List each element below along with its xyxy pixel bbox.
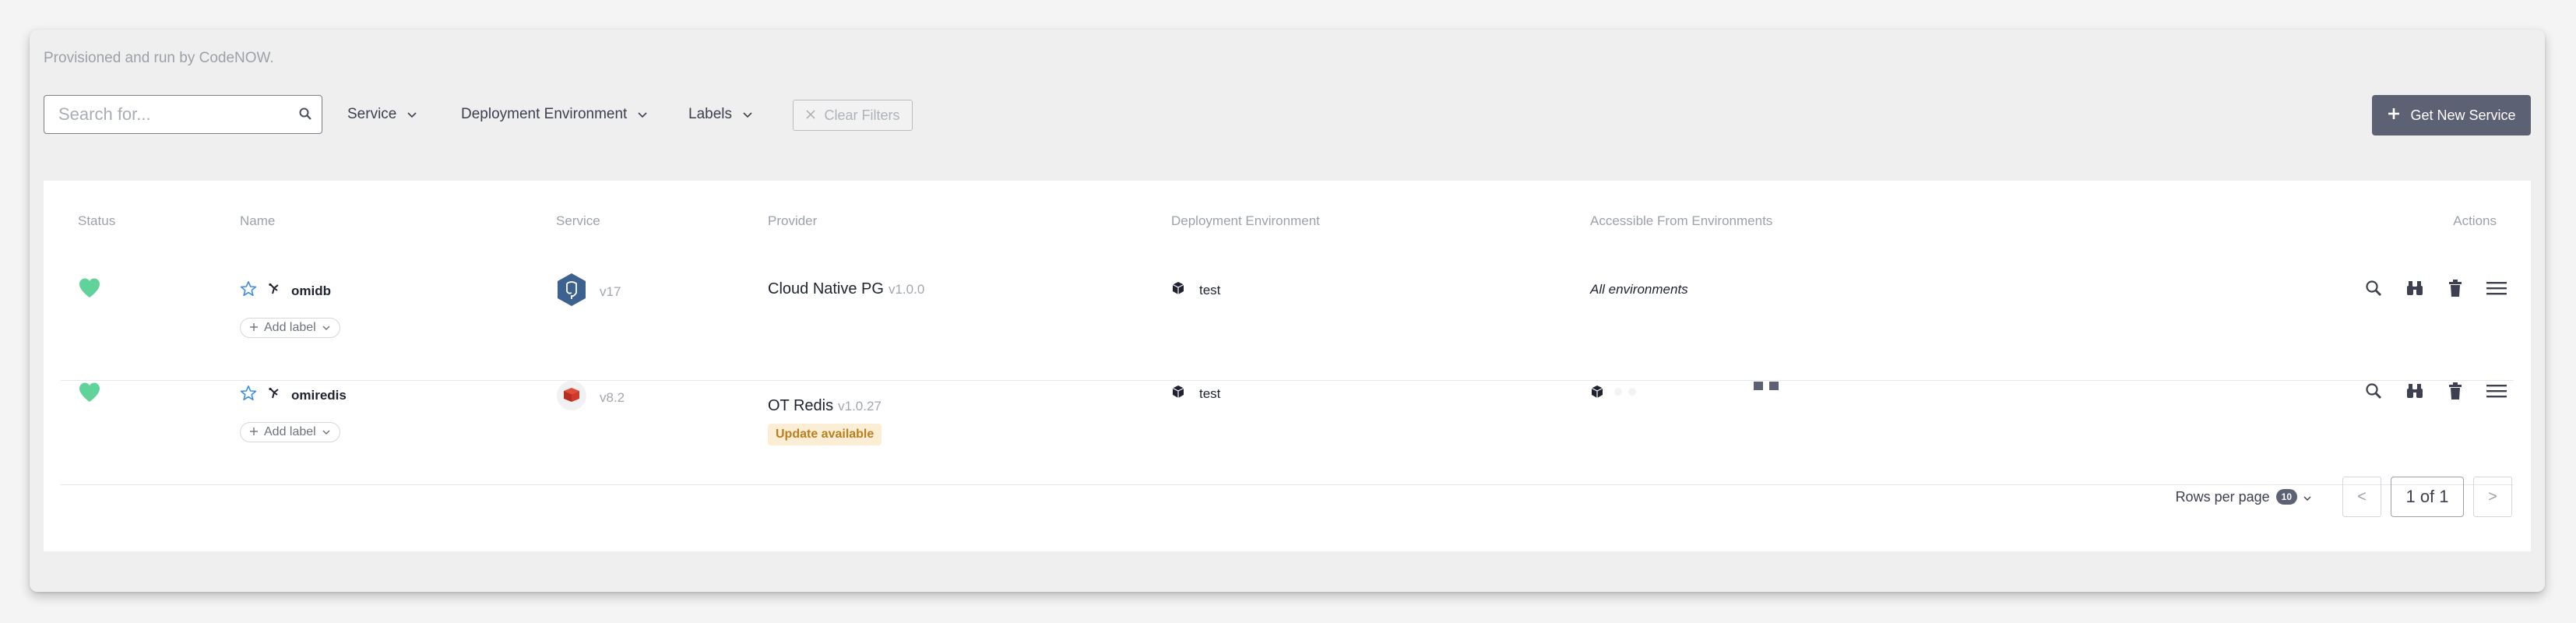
chevron-down-icon — [322, 321, 330, 335]
redis-logo-icon — [556, 380, 587, 415]
chevron-down-icon — [322, 425, 330, 439]
add-label-text: Add label — [264, 425, 316, 438]
get-new-service-button[interactable]: Get New Service — [2372, 95, 2531, 136]
plus-icon — [2387, 107, 2401, 125]
binoculars-icon[interactable] — [2405, 382, 2425, 404]
provider-version: v1.0.0 — [888, 281, 925, 297]
row-divider — [61, 380, 2514, 381]
provider-version: v1.0.27 — [838, 398, 882, 414]
service-type-icon — [268, 387, 280, 403]
menu-icon[interactable] — [2486, 382, 2507, 403]
column-header-actions: Actions — [2453, 213, 2497, 228]
chevron-down-icon — [407, 106, 417, 123]
loading-dots-icon — [1752, 380, 1782, 395]
accessible-environments-cell — [1590, 385, 1646, 403]
services-table: Status Name Service Provider Deployment … — [44, 181, 2531, 551]
add-label-button[interactable]: Add label — [240, 318, 340, 338]
search-box — [44, 95, 322, 134]
status-healthy-icon — [78, 277, 101, 299]
plus-icon — [250, 321, 258, 335]
get-new-service-label: Get New Service — [2410, 107, 2516, 123]
column-header-service: Service — [556, 213, 600, 228]
row-actions — [2364, 382, 2507, 404]
deployment-environment-cell: test — [1171, 385, 1220, 403]
star-icon[interactable] — [240, 385, 257, 406]
clear-filters-label: Clear Filters — [824, 107, 900, 123]
rows-per-page-label: Rows per page — [2175, 488, 2270, 505]
name-cell: omiredis — [240, 385, 347, 406]
rows-per-page-selector[interactable]: Rows per page 10 — [2176, 489, 2311, 505]
inspect-icon[interactable] — [2364, 279, 2383, 301]
column-header-accessible-from-environments: Accessible From Environments — [1590, 213, 1773, 228]
search-icon[interactable] — [298, 107, 312, 125]
rows-per-page-value: 10 — [2275, 489, 2297, 505]
provider-cell: OT Redis v1.0.27 — [768, 397, 882, 415]
filter-toolbar: Service Deployment Environment Labels Cl… — [44, 95, 2531, 136]
environment-cube-icon — [1171, 385, 1185, 403]
environment-cube-icon — [1590, 385, 1604, 403]
chevron-down-icon — [638, 106, 647, 123]
service-filter-dropdown[interactable]: Service — [347, 95, 417, 134]
pagination: Rows per page 10 < 1 of 1 > — [2176, 477, 2512, 517]
name-cell: omidb — [240, 280, 331, 301]
loading-placeholder-icon — [1612, 386, 1646, 401]
clear-filters-button[interactable]: Clear Filters — [793, 100, 913, 131]
page-subtitle: Provisioned and run by CodeNOW. — [44, 50, 274, 66]
column-header-provider: Provider — [768, 213, 818, 228]
add-label-button[interactable]: Add label — [240, 422, 340, 442]
row-divider — [61, 484, 2514, 485]
binoculars-icon[interactable] — [2405, 279, 2425, 301]
environment-name: test — [1199, 385, 1221, 401]
environment-name: test — [1199, 282, 1221, 297]
column-header-name: Name — [240, 213, 276, 228]
update-available-badge[interactable]: Update available — [768, 424, 882, 445]
service-version: v17 — [600, 283, 621, 299]
labels-filter-label: Labels — [688, 106, 732, 122]
menu-icon[interactable] — [2486, 280, 2507, 301]
service-name-link[interactable]: omidb — [291, 283, 331, 299]
postgresql-logo-icon — [556, 273, 587, 311]
trash-icon[interactable] — [2447, 382, 2464, 404]
plus-icon — [250, 425, 258, 439]
column-header-status: Status — [78, 213, 116, 228]
search-input[interactable] — [58, 96, 292, 132]
deployment-environment-cell: test — [1171, 281, 1220, 299]
inspect-icon[interactable] — [2364, 382, 2383, 404]
close-icon — [805, 107, 816, 124]
page-indicator: 1 of 1 — [2391, 477, 2464, 517]
service-cell: v17 — [556, 273, 621, 311]
chevron-down-icon — [2303, 489, 2311, 505]
loading-indicator — [1752, 380, 1782, 395]
column-header-deployment-environment: Deployment Environment — [1171, 213, 1320, 228]
row-actions — [2364, 279, 2507, 301]
provider-name: Cloud Native PG — [768, 280, 884, 297]
service-version: v8.2 — [600, 389, 625, 405]
accessible-environments-text: All environments — [1590, 282, 1688, 297]
provider-cell: Cloud Native PG v1.0.0 — [768, 280, 924, 298]
service-cell: v8.2 — [556, 380, 625, 415]
deployment-environment-filter-label: Deployment Environment — [461, 106, 628, 122]
status-healthy-icon — [78, 382, 101, 403]
star-icon[interactable] — [240, 280, 257, 301]
labels-filter-dropdown[interactable]: Labels — [688, 95, 752, 134]
add-label-text: Add label — [264, 321, 316, 334]
next-page-button[interactable]: > — [2473, 477, 2512, 517]
chevron-down-icon — [743, 106, 752, 123]
services-card: Provisioned and run by CodeNOW. Service … — [30, 30, 2545, 592]
service-name-link[interactable]: omiredis — [291, 388, 347, 403]
previous-page-button[interactable]: < — [2342, 477, 2381, 517]
deployment-environment-filter-dropdown[interactable]: Deployment Environment — [461, 95, 647, 134]
service-type-icon — [268, 283, 280, 299]
trash-icon[interactable] — [2447, 279, 2464, 301]
accessible-environments-cell: All environments — [1590, 282, 1688, 297]
environment-cube-icon — [1171, 281, 1185, 299]
provider-name: OT Redis — [768, 397, 834, 414]
service-filter-label: Service — [347, 106, 397, 122]
